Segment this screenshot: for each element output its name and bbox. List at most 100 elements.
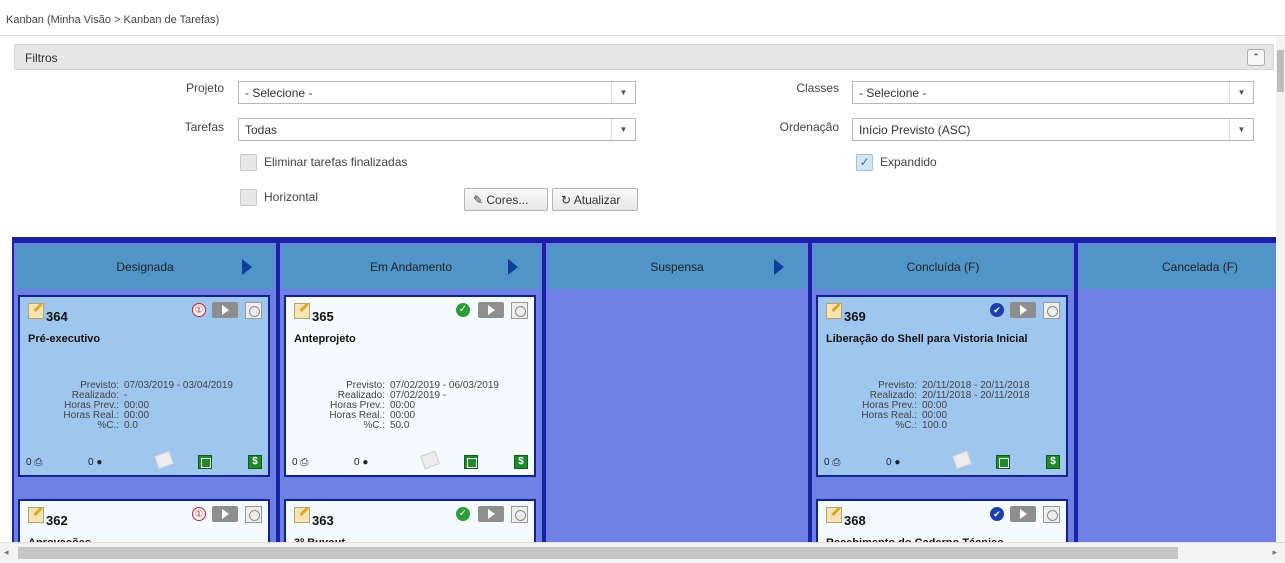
tarefas-select-value: Todas bbox=[245, 123, 278, 137]
atualizar-button[interactable]: ↻ Atualizar bbox=[552, 188, 638, 211]
arrow-right-icon[interactable] bbox=[242, 259, 252, 275]
task-title: Pré-executivo bbox=[28, 333, 101, 345]
column-header[interactable]: Suspensa bbox=[548, 245, 806, 289]
task-details: Previsto: 07/02/2019 - 06/03/2019 Realiza… bbox=[294, 381, 499, 431]
task-card[interactable]: 365 ✓ Anteprojeto Previsto: 07/02/2019 - … bbox=[284, 295, 536, 477]
column-suspensa: Suspensa bbox=[546, 243, 808, 543]
collapse-chevron-icon[interactable]: ⌃ bbox=[1247, 49, 1265, 66]
arrow-right-icon[interactable] bbox=[508, 259, 518, 275]
status-done-icon: ✔ bbox=[990, 507, 1004, 521]
horizontal-scrollbar[interactable]: ◂ ▸ bbox=[0, 542, 1285, 563]
edit-icon[interactable] bbox=[294, 507, 310, 523]
timesheet-icon[interactable] bbox=[1043, 506, 1060, 523]
horizontal-checkbox[interactable] bbox=[240, 189, 257, 206]
timesheet-icon[interactable] bbox=[245, 506, 262, 523]
pct-label: %C.: bbox=[97, 420, 119, 431]
vertical-scroll-thumb[interactable] bbox=[1277, 50, 1284, 92]
grid-icon[interactable] bbox=[464, 455, 478, 469]
edit-icon[interactable] bbox=[28, 303, 44, 319]
edit-icon[interactable] bbox=[826, 303, 842, 319]
comment-count[interactable]: 0 ● bbox=[354, 457, 368, 468]
column-header[interactable]: Cancelada (F) bbox=[1080, 245, 1285, 289]
classes-select-value: - Selecione - bbox=[859, 86, 927, 100]
attachment-icon: ⎙ bbox=[300, 457, 309, 468]
tag-icon[interactable] bbox=[154, 450, 174, 470]
tag-icon[interactable] bbox=[420, 450, 440, 470]
arrow-right-icon[interactable] bbox=[774, 259, 784, 275]
horizontal-scroll-thumb[interactable] bbox=[18, 547, 1178, 559]
grid-icon[interactable] bbox=[996, 455, 1010, 469]
task-number: 368 bbox=[844, 513, 866, 528]
previsto-value: 07/03/2019 - 03/04/2019 bbox=[124, 380, 233, 391]
column-em-andamento: Em Andamento 365 ✓ Anteprojeto Previsto:… bbox=[280, 243, 542, 549]
comment-icon: ● bbox=[96, 457, 103, 468]
classes-select[interactable]: - Selecione - ▼ bbox=[852, 81, 1254, 104]
money-icon[interactable]: $ bbox=[1046, 455, 1060, 469]
eliminar-checkbox[interactable] bbox=[240, 154, 257, 171]
cores-button[interactable]: ✎ Cores... bbox=[464, 188, 548, 211]
play-icon[interactable] bbox=[1010, 506, 1036, 522]
filters-title: Filtros bbox=[25, 51, 58, 65]
money-icon[interactable]: $ bbox=[248, 455, 262, 469]
attachment-count[interactable]: 0 ⎙ bbox=[824, 457, 840, 468]
vertical-scrollbar[interactable] bbox=[1276, 36, 1285, 542]
column-header[interactable]: Designada bbox=[16, 245, 274, 289]
filters-header[interactable]: Filtros ⌃ bbox=[14, 44, 1274, 70]
scroll-right-icon[interactable]: ▸ bbox=[1272, 547, 1277, 558]
expandido-checkbox[interactable]: ✓ bbox=[856, 154, 873, 171]
ordenacao-label: Ordenação bbox=[779, 120, 839, 134]
projeto-select-value: - Selecione - bbox=[245, 86, 313, 100]
play-icon[interactable] bbox=[478, 302, 504, 318]
column-title: Designada bbox=[116, 260, 174, 274]
status-late-icon: ① bbox=[192, 507, 206, 521]
kanban-board: Designada 364 ① Pré-executivo Previsto: 0… bbox=[12, 237, 1285, 549]
attachment-icon: ⎙ bbox=[34, 457, 43, 468]
task-number: 369 bbox=[844, 309, 866, 324]
task-details: Previsto: 20/11/2018 - 20/11/2018 Realiza… bbox=[826, 381, 1029, 431]
money-icon[interactable]: $ bbox=[514, 455, 528, 469]
column-title: Em Andamento bbox=[369, 260, 453, 274]
horizontal-label: Horizontal bbox=[264, 190, 319, 204]
edit-icon[interactable] bbox=[826, 507, 842, 523]
breadcrumb: Kanban (Minha Visão > Kanban de Tarefas) bbox=[0, 0, 1285, 36]
column-title: Cancelada (F) bbox=[1162, 260, 1239, 274]
column-header[interactable]: Em Andamento bbox=[282, 245, 540, 289]
comment-count[interactable]: 0 ● bbox=[886, 457, 900, 468]
task-card[interactable]: 364 ① Pré-executivo Previsto: 07/03/2019 … bbox=[18, 295, 270, 477]
eliminar-label: Eliminar tarefas finalizadas bbox=[264, 155, 408, 169]
task-title: Liberação do Shell para Vistoria Inicial bbox=[826, 333, 1028, 345]
comment-count[interactable]: 0 ● bbox=[88, 457, 102, 468]
status-in-progress-icon: ✓ bbox=[456, 507, 470, 521]
edit-icon[interactable] bbox=[294, 303, 310, 319]
task-title: Anteprojeto bbox=[294, 333, 356, 345]
task-card[interactable]: 369 ✔ Liberação do Shell para Vistoria I… bbox=[816, 295, 1068, 477]
attachment-count[interactable]: 0 ⎙ bbox=[26, 457, 42, 468]
timesheet-icon[interactable] bbox=[1043, 302, 1060, 319]
pct-value: 0.0 bbox=[124, 420, 138, 431]
edit-icon[interactable] bbox=[28, 507, 44, 523]
comment-icon: ● bbox=[362, 457, 369, 468]
task-number: 365 bbox=[312, 309, 334, 324]
attachment-count[interactable]: 0 ⎙ bbox=[292, 457, 308, 468]
tarefas-select[interactable]: Todas ▼ bbox=[238, 118, 636, 141]
scroll-left-icon[interactable]: ◂ bbox=[4, 547, 9, 558]
pct-value: 50.0 bbox=[390, 420, 410, 431]
play-icon[interactable] bbox=[212, 506, 238, 522]
pct-label: %C.: bbox=[895, 420, 917, 431]
projeto-label: Projeto bbox=[185, 81, 224, 95]
play-icon[interactable] bbox=[212, 302, 238, 318]
tag-icon[interactable] bbox=[952, 450, 972, 470]
play-icon[interactable] bbox=[1010, 302, 1036, 318]
grid-icon[interactable] bbox=[198, 455, 212, 469]
task-number: 363 bbox=[312, 513, 334, 528]
play-icon[interactable] bbox=[478, 506, 504, 522]
timesheet-icon[interactable] bbox=[245, 302, 262, 319]
pct-value: 100.0 bbox=[922, 420, 948, 431]
task-details: Previsto: 07/03/2019 - 03/04/2019 Realiza… bbox=[28, 381, 233, 431]
timesheet-icon[interactable] bbox=[511, 302, 528, 319]
timesheet-icon[interactable] bbox=[511, 506, 528, 523]
column-header[interactable]: Concluída (F) bbox=[814, 245, 1072, 289]
ordenacao-select-value: Início Previsto (ASC) bbox=[859, 123, 971, 137]
ordenacao-select[interactable]: Início Previsto (ASC) ▼ bbox=[852, 118, 1254, 141]
projeto-select[interactable]: - Selecione - ▼ bbox=[238, 81, 636, 104]
